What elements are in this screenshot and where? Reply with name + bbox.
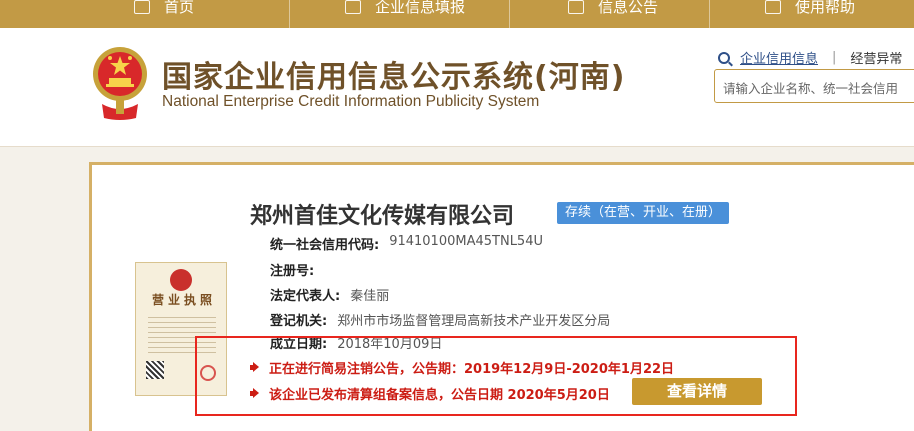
nav-item-home[interactable]: 首页 bbox=[134, 0, 194, 28]
qr-code-icon bbox=[146, 361, 164, 379]
tab-enterprise-credit-info[interactable]: 企业信用信息 bbox=[740, 48, 818, 67]
field-registration-number: 注册号: bbox=[270, 260, 324, 279]
search-icon bbox=[718, 51, 730, 64]
nav-divider bbox=[289, 0, 290, 28]
edit-icon bbox=[345, 0, 361, 14]
nav-item-announcements[interactable]: 信息公告 bbox=[568, 0, 658, 28]
nav-item-label: 使用帮助 bbox=[795, 0, 856, 14]
nav-item-label: 首页 bbox=[164, 0, 195, 14]
site-subtitle: National Enterprise Credit Information P… bbox=[162, 93, 540, 110]
nav-divider bbox=[509, 0, 510, 28]
notice-text: 该企业已发布清算组备案信息，公告日期 2020年5月20日 bbox=[269, 388, 610, 403]
speaker-icon bbox=[250, 362, 261, 373]
nav-item-help[interactable]: 使用帮助 bbox=[765, 0, 855, 28]
tab-abnormal-operations[interactable]: 经营异常 bbox=[850, 48, 902, 67]
site-title: 国家企业信用信息公示系统(河南) bbox=[162, 60, 626, 95]
search-input[interactable]: 请输入企业名称、统一社会信用 bbox=[714, 69, 914, 103]
notice-liquidation: 该企业已发布清算组备案信息，公告日期 2020年5月20日 bbox=[250, 384, 610, 403]
field-value: 秦佳丽 bbox=[350, 289, 390, 304]
top-nav: 首页 企业信息填报 信息公告 使用帮助 bbox=[0, 0, 914, 28]
notice-text: 正在进行简易注销公告，公告期：2019年12月9日-2020年1月22日 bbox=[269, 362, 675, 377]
site-header: 国家企业信用信息公示系统(河南) National Enterprise Cre… bbox=[0, 28, 914, 146]
field-value: 郑州市市场监督管理局高新技术产业开发区分局 bbox=[337, 314, 611, 329]
home-icon bbox=[134, 0, 150, 14]
field-credit-code: 统一社会信用代码: 91410100MA45TNL54U bbox=[270, 234, 543, 253]
help-icon bbox=[765, 0, 781, 14]
emblem-seal-icon bbox=[170, 269, 192, 291]
license-title: 营业执照 bbox=[152, 293, 217, 307]
nav-item-label: 信息公告 bbox=[598, 0, 659, 14]
field-label: 法定代表人: bbox=[270, 289, 341, 304]
view-details-button[interactable]: 查看详情 bbox=[632, 378, 762, 405]
field-label: 统一社会信用代码: bbox=[270, 238, 380, 253]
field-legal-representative: 法定代表人: 秦佳丽 bbox=[270, 285, 389, 304]
nav-item-label: 企业信息填报 bbox=[375, 0, 466, 14]
field-label: 登记机关: bbox=[270, 314, 328, 329]
national-emblem-icon bbox=[93, 47, 147, 120]
field-value: 91410100MA45TNL54U bbox=[389, 234, 543, 249]
nav-divider bbox=[709, 0, 710, 28]
company-name: 郑州首佳文化传媒有限公司 bbox=[250, 204, 515, 229]
notice-icon bbox=[568, 0, 584, 14]
status-badge: 存续（在营、开业、在册） bbox=[557, 202, 730, 224]
notice-deregistration: 正在进行简易注销公告，公告期：2019年12月9日-2020年1月22日 bbox=[250, 358, 674, 377]
header-divider bbox=[0, 146, 914, 147]
nav-item-enterprise-report[interactable]: 企业信息填报 bbox=[345, 0, 465, 28]
field-registration-authority: 登记机关: 郑州市市场监督管理局高新技术产业开发区分局 bbox=[270, 310, 610, 329]
tab-divider: | bbox=[832, 50, 837, 65]
field-label: 注册号: bbox=[270, 264, 315, 279]
search-tabs: 企业信用信息 | 经营异常 bbox=[718, 48, 902, 67]
speaker-icon bbox=[250, 388, 261, 399]
